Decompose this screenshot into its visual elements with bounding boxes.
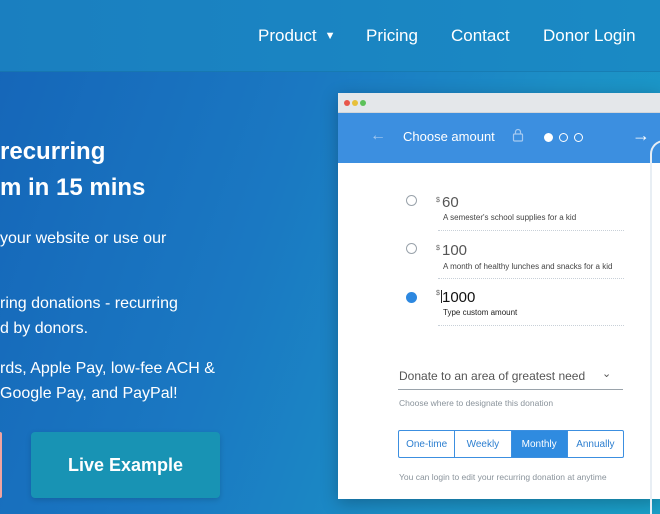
custom-amount-input[interactable]: 1000 <box>442 289 475 306</box>
hero-bullet-1-line-1: ring donations - recurring <box>0 295 178 312</box>
chevron-down-icon: ▼ <box>324 30 336 42</box>
lock-icon <box>512 128 524 142</box>
step-indicator-1 <box>544 133 553 142</box>
amount-description: A semester's school supplies for a kid <box>443 213 577 222</box>
step-indicator-3 <box>574 133 583 142</box>
custom-amount-hint: Type custom amount <box>443 308 518 317</box>
currency-symbol: $ <box>436 197 440 204</box>
nav-pricing[interactable]: Pricing <box>366 22 418 50</box>
donation-widget: ← Choose amount → $ 60 A semester's scho… <box>338 93 660 499</box>
back-arrow-icon[interactable]: ← <box>370 127 386 145</box>
hero-bullet-2-line-2: Google Pay, and PayPal! <box>0 385 178 402</box>
designation-select[interactable]: Donate to an area of greatest need <box>399 369 585 383</box>
frequency-toggle: One-time Weekly Monthly Annually <box>398 430 624 458</box>
top-navigation-bar: Product ▼ Pricing Contact Donor Login <box>0 0 660 72</box>
chevron-down-icon[interactable]: ⌄ <box>602 367 611 380</box>
frequency-weekly[interactable]: Weekly <box>455 431 512 457</box>
currency-symbol: $ <box>436 290 440 297</box>
frequency-monthly[interactable]: Monthly <box>511 431 568 457</box>
hero-title-line-2: m in 15 mins <box>0 174 146 201</box>
minimize-dot-icon <box>352 100 358 106</box>
amount-radio-100[interactable] <box>406 243 417 254</box>
hero-bullet-1-line-2: d by donors. <box>0 320 89 337</box>
designation-hint: Choose where to designate this donation <box>399 398 554 408</box>
widget-header: ← Choose amount → <box>338 113 660 163</box>
window-chrome <box>338 93 660 113</box>
option-divider <box>438 278 624 279</box>
frequency-one-time[interactable]: One-time <box>399 431 456 457</box>
live-example-button[interactable]: Live Example <box>31 432 220 498</box>
next-arrow-icon[interactable]: → <box>632 125 650 146</box>
amount-description: A month of healthy lunches and snacks fo… <box>443 262 613 271</box>
select-underline <box>398 389 623 390</box>
close-dot-icon <box>344 100 350 106</box>
recurring-hint: You can login to edit your recurring don… <box>399 472 607 482</box>
amount-value: 60 <box>442 194 459 211</box>
nav-product-label: Product <box>258 26 317 45</box>
currency-symbol: $ <box>436 245 440 252</box>
hero-title-line-1: recurring <box>0 138 106 165</box>
nav-contact[interactable]: Contact <box>451 22 510 50</box>
option-divider <box>438 325 624 326</box>
amount-radio-custom[interactable] <box>406 292 417 303</box>
hero-subtitle: your website or use our <box>0 230 167 247</box>
option-divider <box>438 230 624 231</box>
nav-donor-login[interactable]: Donor Login <box>543 22 636 50</box>
hero-bullet-2-line-1: rds, Apple Pay, low-fee ACH & <box>0 360 215 377</box>
widget-title: Choose amount <box>403 129 495 144</box>
phone-frame-edge <box>650 140 660 514</box>
amount-radio-60[interactable] <box>406 195 417 206</box>
frequency-annually[interactable]: Annually <box>568 431 623 457</box>
nav-product[interactable]: Product ▼ <box>258 22 335 50</box>
maximize-dot-icon <box>360 100 366 106</box>
amount-value: 100 <box>442 242 468 259</box>
step-indicator-2 <box>559 133 568 142</box>
cta-button-partial[interactable] <box>0 432 2 498</box>
